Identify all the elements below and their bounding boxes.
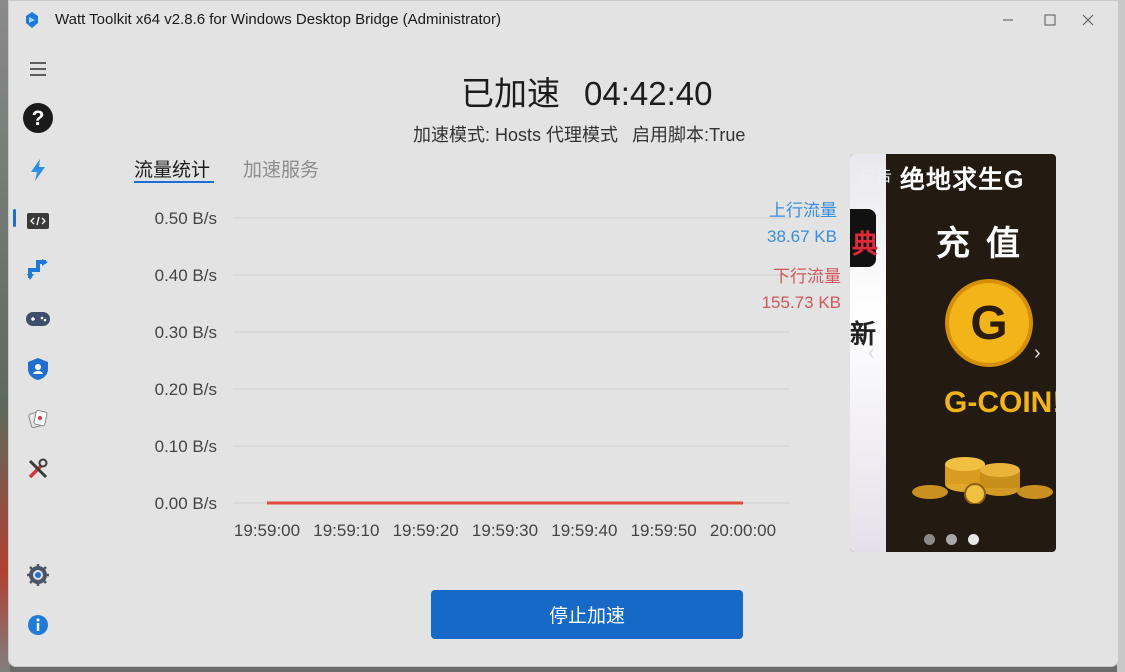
info-icon[interactable] [21,608,55,642]
legend-download-label: 下行流量 [773,267,841,286]
settings-icon[interactable] [21,558,55,592]
script-label: 启用脚本: [632,125,710,145]
close-button[interactable] [1068,5,1108,35]
x-tick-label: 19:59:10 [313,521,379,540]
legend-upload: 上行流量 38.67 KB [767,198,837,250]
script-value: True [709,125,746,145]
y-tick-label: 0.30 B/s [155,323,217,342]
g-coin-icon: G [945,279,1033,367]
coin-stack-image [912,457,1053,504]
ad-prev-arrow-icon[interactable]: ‹ [868,342,875,365]
y-tick-label: 0.00 B/s [155,494,217,513]
y-tick-label: 0.10 B/s [155,437,217,456]
legend-download: 下行流量 155.73 KB [762,264,841,316]
code-icon[interactable] [21,204,55,238]
sidebar-nav: ? [9,49,67,649]
legend-upload-total: 38.67 KB [767,227,837,246]
active-tab-underline [134,181,214,183]
y-tick-label: 0.20 B/s [155,380,217,399]
tab-accelerate-services[interactable]: 加速服务 [243,155,319,182]
ad-banner[interactable]: 典 新 广告 绝地求生G 充值 G G-COIN! ‹ › [850,154,1056,552]
legend-download-total: 155.73 KB [761,293,841,312]
svg-text:?: ? [32,107,45,130]
cards-icon[interactable] [21,402,55,436]
lightning-icon[interactable] [21,153,55,187]
help-icon[interactable]: ? [21,101,55,135]
ad-subtitle: 充值 [936,225,1036,263]
y-tick-label: 0.50 B/s [155,209,217,228]
tools-icon[interactable] [21,452,55,486]
window-title: Watt Toolkit x64 v2.8.6 for Windows Desk… [55,11,502,28]
acceleration-details: 加速模式: Hosts 代理模式 启用脚本:True [413,121,745,147]
legend-upload-label: 上行流量 [769,201,837,220]
x-tick-label: 19:59:30 [472,521,538,540]
y-tick-label: 0.40 B/s [155,266,217,285]
minimize-button[interactable] [988,5,1028,35]
active-indicator [13,209,16,227]
traffic-chart-svg: 0.50 B/s 0.40 B/s 0.30 B/s 0.20 B/s 0.10 B/s… [155,209,789,540]
x-tick-label: 20:00:00 [710,521,776,540]
ad-page-dot-1[interactable] [924,534,935,545]
tab-traffic-stats[interactable]: 流量统计 [134,155,210,182]
sync-arrows-icon[interactable] [21,253,55,287]
ad-title: 绝地求生G [900,166,1025,194]
x-tick-label: 19:59:00 [234,521,300,540]
stop-acceleration-button[interactable]: 停止加速 [431,590,743,639]
ad-coin-text: G-COIN! [944,386,1056,419]
watt-toolkit-logo-icon [23,11,41,29]
ad-page-dot-3[interactable] [968,534,979,545]
x-tick-label: 19:59:20 [393,521,459,540]
ad-label: 广告 [860,168,893,185]
shield-user-icon[interactable] [21,352,55,386]
ad-page-dot-2[interactable] [946,534,957,545]
menu-icon[interactable] [21,52,55,86]
ad-left-red-glyph: 典 [852,229,879,259]
acceleration-status: 已加速 04:42:40 [461,67,712,115]
gamepad-icon[interactable] [21,302,55,336]
status-label: 已加速 [461,75,560,112]
elapsed-time: 04:42:40 [584,75,713,112]
mode-value: Hosts 代理模式 [495,125,619,145]
x-tick-label: 19:59:40 [551,521,617,540]
title-bar[interactable]: Watt Toolkit x64 v2.8.6 for Windows Desk… [9,1,1118,39]
x-tick-label: 19:59:50 [631,521,697,540]
ad-next-arrow-icon[interactable]: › [1034,342,1041,365]
mode-label: 加速模式: [413,125,491,145]
maximize-button[interactable] [1030,5,1070,35]
app-window: Watt Toolkit x64 v2.8.6 for Windows Desk… [8,0,1119,667]
traffic-chart: 0.50 B/s 0.40 B/s 0.30 B/s 0.20 B/s 0.10 B/s… [129,196,849,556]
